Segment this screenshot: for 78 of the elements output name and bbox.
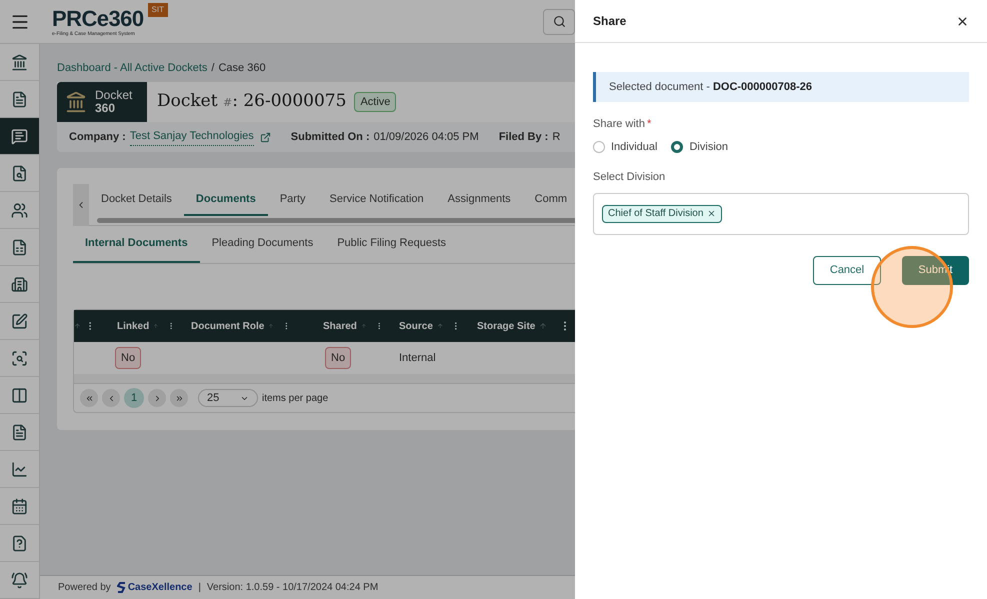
subtab[interactable]: Pleading Documents	[200, 226, 326, 263]
column-header[interactable]: Source	[399, 318, 433, 334]
brand-name: CaseXellence	[128, 581, 192, 595]
selected-document-text: Selected document - DOC-000000708-26	[609, 80, 812, 95]
radio-button[interactable]	[593, 140, 605, 153]
bank-icon	[11, 54, 28, 70]
no-badge: No	[325, 346, 352, 370]
close-button[interactable]	[956, 14, 969, 28]
brand-logo-icon	[116, 582, 126, 593]
tab[interactable]: Docket Details	[89, 184, 184, 216]
info-label: Company :	[69, 130, 126, 145]
footer-separator: |	[198, 581, 201, 595]
radio-option[interactable]: Individual	[593, 138, 658, 155]
breadcrumb-link[interactable]: Dashboard - All Active Dockets	[57, 60, 208, 76]
radio-option[interactable]: Division	[671, 138, 728, 155]
page-size-select[interactable]: 25	[198, 389, 258, 407]
close-icon	[956, 14, 969, 28]
column-header[interactable]: Document Role	[191, 318, 264, 334]
last-page-button[interactable]	[170, 389, 188, 407]
division-select-field[interactable]: Chief of Staff Division	[593, 192, 969, 234]
column-header[interactable]: Shared	[323, 318, 357, 334]
division-chip[interactable]: Chief of Staff Division	[602, 204, 722, 222]
first-page-icon	[84, 394, 94, 402]
tab[interactable]: Service Notification	[318, 184, 436, 216]
company-link[interactable]: Test Sanjay Technologies	[130, 128, 254, 146]
columns-icon	[11, 386, 28, 404]
field-label: Select Division	[593, 170, 666, 185]
no-badge: No	[115, 346, 142, 370]
column-header[interactable]: Storage Site	[477, 318, 536, 334]
page-button[interactable]: 1	[124, 388, 144, 408]
breadcrumb-current: Case 360	[218, 60, 266, 76]
building-icon	[11, 276, 28, 292]
chat-icon	[11, 128, 28, 144]
radio-button[interactable]	[671, 140, 684, 153]
search-icon	[552, 15, 566, 28]
remove-icon[interactable]	[707, 209, 716, 218]
scan-search-icon	[11, 350, 28, 366]
info-label: Filed By :	[498, 130, 548, 145]
page-size-label: items per page	[262, 392, 328, 406]
logo-text: PRCe360	[52, 6, 144, 30]
first-page-button[interactable]	[80, 389, 98, 407]
column-header[interactable]: Linked	[117, 318, 150, 334]
document-icon	[11, 90, 28, 108]
version-text: Version: 1.0.59 - 10/17/2024 04:24 PM	[206, 581, 378, 595]
tab[interactable]: Documents	[184, 184, 268, 216]
cancel-button[interactable]: Cancel	[813, 256, 881, 284]
edit-icon	[11, 312, 28, 330]
bank-icon	[65, 91, 87, 113]
info-value: 01/09/2026 04:05 PM	[374, 130, 479, 145]
bell-icon	[11, 572, 28, 588]
docket-badge-label: Docket	[95, 89, 132, 102]
powered-by-text: Powered by	[58, 581, 111, 595]
environment-badge: SIT	[148, 2, 168, 16]
subtab[interactable]: Internal Documents	[73, 226, 200, 263]
document-search-icon	[11, 164, 28, 182]
dialog-title: Share	[593, 13, 626, 30]
tab[interactable]: Comm	[522, 184, 580, 216]
info-label: Submitted On :	[290, 130, 370, 145]
spreadsheet-icon	[11, 238, 28, 256]
sidebar-item[interactable]	[0, 118, 39, 155]
question-document-icon	[11, 534, 28, 552]
users-icon	[11, 202, 28, 218]
table-cell-text: Internal	[399, 350, 436, 366]
external-link-icon[interactable]	[260, 132, 271, 142]
docket-title: Docket #: 26-0000075	[157, 90, 346, 114]
subtab[interactable]: Public Filing Requests	[325, 226, 458, 263]
last-page-icon	[174, 394, 184, 402]
status-badge: Active	[354, 92, 396, 112]
field-label: Share with	[593, 117, 645, 132]
tab[interactable]: Party	[268, 184, 318, 216]
calendar-icon	[11, 498, 28, 514]
docket-badge-number: 360	[95, 102, 116, 115]
required-marker: *	[646, 117, 652, 132]
breadcrumb-separator: /	[211, 60, 214, 76]
line-chart-icon	[11, 460, 28, 478]
info-value: R	[552, 130, 560, 145]
document-icon	[11, 424, 28, 440]
tab[interactable]: Assignments	[436, 184, 523, 216]
